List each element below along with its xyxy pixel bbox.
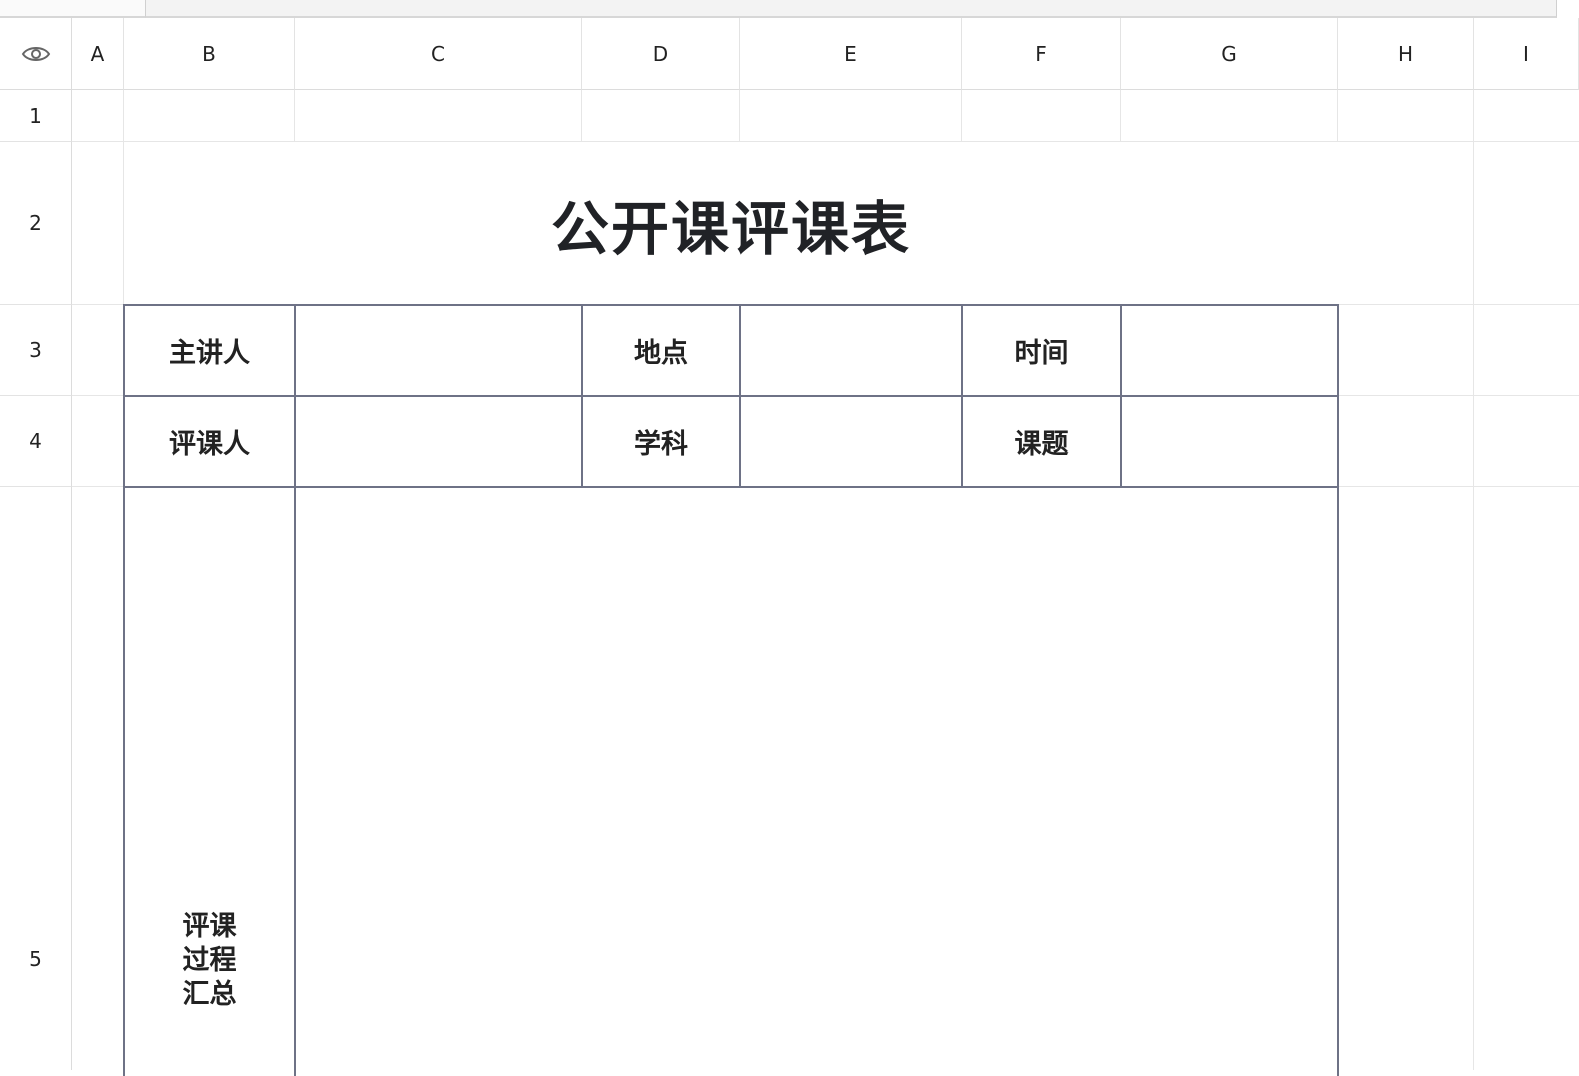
column-header-b[interactable]: B (124, 18, 295, 90)
cell-g3[interactable] (1120, 304, 1339, 397)
row-header-2[interactable]: 2 (0, 142, 72, 305)
subject-label: 学科 (634, 429, 688, 460)
cell-b4[interactable]: 评课人 (123, 395, 296, 488)
summary-label-line: 评课 (182, 911, 237, 942)
cell-b3[interactable]: 主讲人 (123, 304, 296, 397)
eye-icon[interactable] (21, 44, 51, 64)
cell-c5-g5[interactable] (294, 486, 1339, 1076)
column-header-h[interactable]: H (1338, 18, 1474, 90)
row-header-4[interactable]: 4 (0, 396, 72, 487)
cell-d3[interactable]: 地点 (581, 304, 741, 397)
location-label: 地点 (634, 338, 688, 369)
form-title: 公开课评课表 (550, 194, 911, 263)
column-header-c[interactable]: C (295, 18, 582, 90)
cell-d4[interactable]: 学科 (581, 395, 741, 488)
cell-g4[interactable] (1120, 395, 1339, 488)
name-box[interactable] (0, 0, 146, 18)
row-header-3[interactable]: 3 (0, 305, 72, 396)
cell-c3[interactable] (294, 304, 583, 397)
title-cell[interactable]: 公开课评课表 (124, 142, 1338, 305)
formula-input[interactable] (146, 0, 1557, 18)
cell-f4[interactable]: 课题 (961, 395, 1122, 488)
summary-label: 评课 过程 汇总 (124, 910, 295, 1012)
evaluator-label: 评课人 (169, 429, 250, 460)
column-header-d[interactable]: D (582, 18, 740, 90)
summary-label-line: 汇总 (182, 979, 237, 1010)
column-header-f[interactable]: F (962, 18, 1121, 90)
cell-f3[interactable]: 时间 (961, 304, 1122, 397)
column-header-e[interactable]: E (740, 18, 962, 90)
time-label: 时间 (1014, 338, 1069, 369)
cell-c4[interactable] (294, 395, 583, 488)
cell-e4[interactable] (739, 395, 963, 488)
column-header-a[interactable]: A (72, 18, 124, 90)
row-header-5-label: 5 (29, 947, 42, 971)
select-all-corner[interactable] (0, 18, 72, 90)
column-header-g[interactable]: G (1121, 18, 1338, 90)
row-header-1[interactable]: 1 (0, 90, 72, 142)
summary-label-line: 过程 (182, 945, 237, 976)
column-header-i[interactable]: I (1474, 18, 1579, 90)
topic-label: 课题 (1014, 429, 1069, 460)
formula-bar (0, 0, 1579, 18)
speaker-label: 主讲人 (169, 338, 250, 369)
cell-e3[interactable] (739, 304, 963, 397)
row-header-5[interactable]: 5 (0, 487, 72, 1070)
gridline (1473, 90, 1474, 1070)
